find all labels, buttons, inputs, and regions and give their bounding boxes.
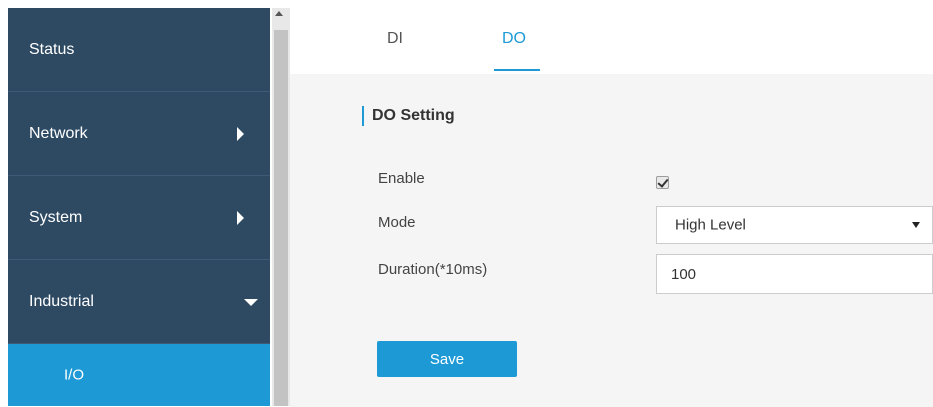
sidebar-item-network[interactable]: Network (8, 92, 270, 176)
active-tab-indicator (494, 69, 540, 71)
chevron-down-icon (244, 298, 258, 306)
mode-select-value: High Level (675, 216, 746, 234)
sidebar-item-label: Status (29, 40, 75, 58)
sidebar: Status Network System Industrial I/O (8, 8, 270, 406)
sidebar-item-label: Industrial (29, 292, 94, 310)
sidebar-item-industrial[interactable]: Industrial (8, 260, 270, 344)
enable-label: Enable (378, 170, 425, 187)
sidebar-subitem-label: I/O (64, 366, 85, 384)
duration-label: Duration(*10ms) (378, 261, 488, 278)
sidebar-subitem-io[interactable]: I/O (8, 344, 270, 406)
main-content: DI DO DO Setting Enable Mode High Level … (290, 8, 933, 407)
checkmark-icon (657, 176, 669, 188)
sidebar-item-system[interactable]: System (8, 176, 270, 260)
chevron-right-icon (237, 210, 244, 225)
mode-select[interactable]: High Level (656, 206, 933, 244)
sidebar-item-label: System (29, 208, 83, 226)
scroll-up-arrow-icon[interactable] (275, 11, 283, 16)
section-title: DO Setting (362, 106, 455, 126)
chevron-right-icon (237, 126, 244, 141)
tab-do[interactable]: DO (502, 30, 526, 48)
app-window: Status Network System Industrial I/O DI … (0, 0, 933, 407)
sidebar-item-label: Network (29, 124, 88, 142)
mode-label: Mode (378, 214, 416, 231)
enable-checkbox[interactable] (656, 176, 669, 189)
tab-bar: DI DO (290, 8, 933, 74)
dropdown-caret-icon (912, 222, 920, 228)
tab-di[interactable]: DI (387, 30, 403, 48)
save-button[interactable]: Save (377, 341, 517, 377)
sidebar-scrollbar[interactable] (272, 8, 290, 406)
sidebar-item-status[interactable]: Status (8, 8, 270, 92)
duration-input[interactable] (656, 254, 933, 294)
scrollbar-thumb[interactable] (274, 30, 288, 406)
